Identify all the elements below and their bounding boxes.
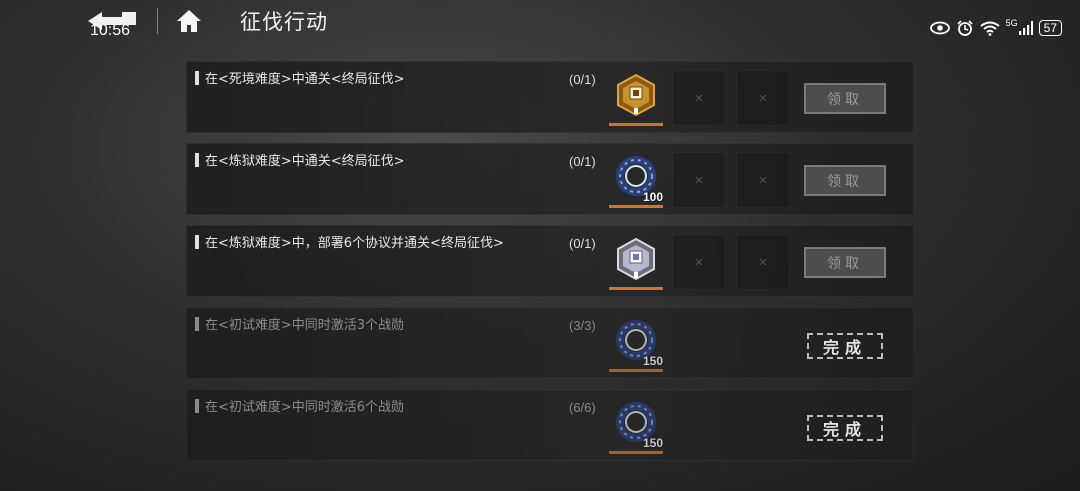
reward-quantity: 150 — [642, 354, 663, 368]
quest-row: 在<炼狱难度>中通关<终局征伐> (0/1) 100 领取 — [186, 143, 914, 215]
silver-hex-badge-icon — [617, 237, 655, 281]
home-button[interactable] — [174, 7, 204, 35]
gold-hex-badge-icon — [617, 73, 655, 117]
network-type: 5G — [1005, 18, 1018, 28]
quest-text: 在<炼狱难度>中，部署6个协议并通关<终局征伐> — [205, 236, 504, 251]
reward-slot[interactable]: 150 — [609, 398, 663, 454]
empty-x-icon — [759, 94, 767, 102]
empty-x-icon — [695, 258, 703, 266]
quest-marker — [195, 234, 199, 249]
page-title: 征伐行动 — [240, 10, 328, 34]
home-icon — [177, 10, 201, 32]
header-divider — [157, 8, 158, 34]
quest-progress: (0/1) — [569, 236, 596, 251]
quest-marker — [195, 398, 199, 413]
quest-marker — [195, 152, 199, 167]
signal-icon — [1018, 21, 1033, 35]
completed-stamp: 完成 — [807, 415, 883, 441]
quest-description: 在<炼狱难度>中通关<终局征伐> — [195, 150, 405, 169]
empty-x-icon — [759, 258, 767, 266]
quest-progress: (6/6) — [569, 400, 596, 415]
quest-row: 在<初试难度>中同时激活3个战勋 (3/3) 150 完成 — [186, 307, 914, 379]
reward-highlight — [609, 369, 663, 372]
quest-text: 在<死境难度>中通关<终局征伐> — [205, 72, 405, 87]
empty-x-icon — [759, 176, 767, 184]
reward-slot[interactable]: 150 — [609, 316, 663, 372]
empty-reward-slot — [672, 234, 726, 290]
quest-marker — [195, 316, 199, 331]
reward-highlight — [609, 123, 663, 126]
completed-stamp: 完成 — [807, 333, 883, 359]
quest-description: 在<初试难度>中同时激活3个战勋 — [195, 314, 404, 333]
reward-slot[interactable]: 100 — [609, 152, 663, 208]
reward-quantity: 150 — [642, 436, 663, 450]
wifi-icon — [980, 21, 1000, 36]
quest-description: 在<炼狱难度>中，部署6个协议并通关<终局征伐> — [195, 232, 504, 251]
empty-x-icon — [695, 176, 703, 184]
quest-text: 在<初试难度>中同时激活6个战勋 — [205, 400, 405, 415]
status-time: 10:56 — [90, 22, 131, 39]
status-icons: 5G 57 — [929, 18, 1062, 36]
top-bar: 10:56 征伐行动 5G 57 — [0, 0, 1080, 44]
eye-icon — [929, 21, 950, 35]
alarm-icon — [957, 20, 973, 36]
reward-highlight — [609, 287, 663, 290]
quest-text: 在<初试难度>中同时激活3个战勋 — [205, 318, 405, 333]
quest-progress: (0/1) — [569, 72, 596, 87]
claim-button[interactable]: 领取 — [804, 83, 886, 114]
empty-reward-slot — [736, 152, 790, 208]
quest-marker — [195, 70, 199, 85]
quest-progress: (3/3) — [569, 318, 596, 333]
empty-reward-slot — [736, 70, 790, 126]
quest-description: 在<死境难度>中通关<终局征伐> — [195, 68, 405, 87]
claim-button[interactable]: 领取 — [804, 247, 886, 278]
claim-button[interactable]: 领取 — [804, 165, 886, 196]
empty-reward-slot — [672, 152, 726, 208]
empty-reward-slot — [672, 70, 726, 126]
reward-slot[interactable] — [609, 234, 663, 290]
quest-row: 在<死境难度>中通关<终局征伐> (0/1) 领取 — [186, 61, 914, 133]
reward-highlight — [609, 205, 663, 208]
quest-progress: (0/1) — [569, 154, 596, 169]
quest-description: 在<初试难度>中同时激活6个战勋 — [195, 396, 404, 415]
quest-list: 在<死境难度>中通关<终局征伐> (0/1) 领取 在<炼狱难度>中通关<终局征… — [186, 61, 914, 471]
reward-slot[interactable] — [609, 70, 663, 126]
reward-quantity: 100 — [642, 190, 663, 204]
empty-reward-slot — [736, 234, 790, 290]
reward-highlight — [609, 451, 663, 454]
quest-text: 在<炼狱难度>中通关<终局征伐> — [205, 154, 405, 169]
quest-row: 在<初试难度>中同时激活6个战勋 (6/6) 150 完成 — [186, 389, 914, 461]
battery-indicator: 57 — [1038, 20, 1062, 36]
quest-row: 在<炼狱难度>中，部署6个协议并通关<终局征伐> (0/1) 领取 — [186, 225, 914, 297]
empty-x-icon — [695, 94, 703, 102]
